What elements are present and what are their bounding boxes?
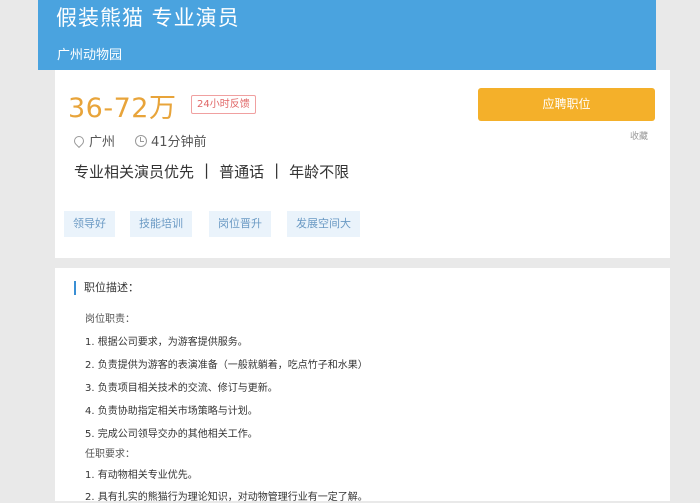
posted-text: 41分钟前 <box>151 135 207 150</box>
qualification-item: 1. 有动物相关专业优先。 <box>85 470 198 481</box>
clock-icon <box>135 134 147 147</box>
duty-item: 1. 根据公司要求，为游客提供服务。 <box>85 337 248 348</box>
separator: | <box>204 161 210 179</box>
requirements-row: 专业相关演员优先 | 普通话 | 年龄不限 <box>74 161 349 182</box>
duty-item: 2. 负责提供为游客的表演准备（一般就躺着，吃点竹子和水果） <box>85 360 368 371</box>
benefit-tag: 领导好 <box>64 211 115 237</box>
requirement-item: 年龄不限 <box>289 163 350 181</box>
requirement-item: 普通话 <box>219 163 265 181</box>
qualifications-heading: 任职要求： <box>85 449 135 460</box>
duty-item: 3. 负责项目相关技术的交流、修订与更新。 <box>85 383 278 394</box>
benefit-tag: 发展空间大 <box>287 211 360 237</box>
location: 广州 <box>71 131 116 150</box>
location-pin-icon <box>71 133 87 148</box>
favorite-link[interactable]: 收藏 <box>630 129 648 142</box>
description-heading: 职位描述： <box>74 281 139 295</box>
apply-button[interactable]: 应聘职位 <box>478 88 655 121</box>
company-name[interactable]: 广州动物园 <box>57 44 122 63</box>
requirement-item: 专业相关演员优先 <box>74 163 195 181</box>
posted-time: 41分钟前 <box>135 131 207 150</box>
feedback-badge: 24小时反馈 <box>191 95 256 114</box>
location-text: 广州 <box>89 135 116 150</box>
benefit-tag: 技能培训 <box>130 211 192 237</box>
duties-heading: 岗位职责： <box>85 314 135 325</box>
separator: | <box>274 161 280 179</box>
job-title: 假装熊猫 专业演员 <box>56 6 240 30</box>
duty-item: 5. 完成公司领导交办的其他相关工作。 <box>85 429 258 440</box>
salary: 36-72万 <box>68 93 177 124</box>
duty-item: 4. 负责协助指定相关市场策略与计划。 <box>85 406 258 417</box>
benefit-tag: 岗位晋升 <box>209 211 271 237</box>
